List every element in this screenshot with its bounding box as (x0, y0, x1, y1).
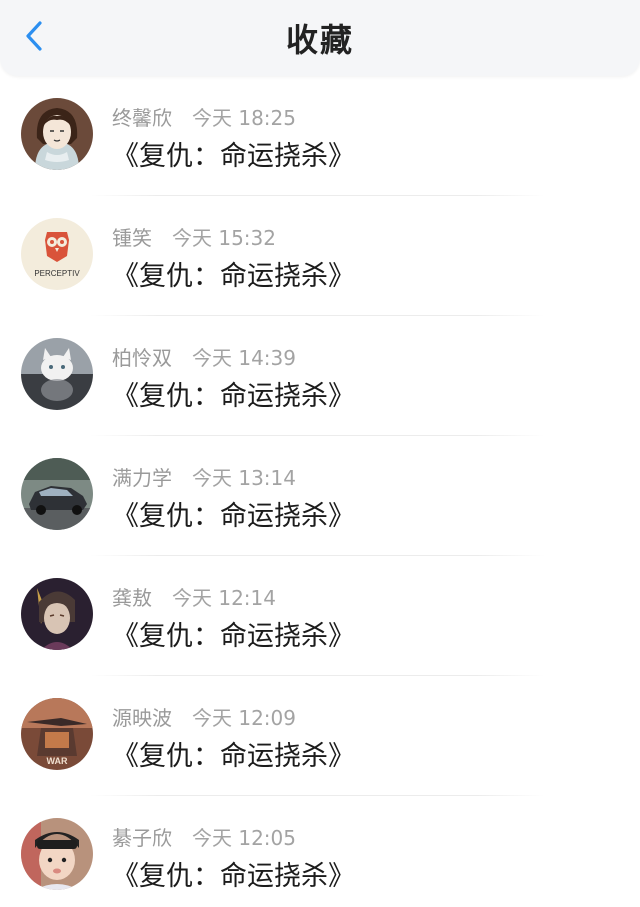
car-photo-avatar-icon (21, 458, 93, 530)
page-title: 收藏 (285, 21, 354, 59)
favorites-page: 收藏 终馨欣 今天 18:25 《复仇：命运挠杀》 PERCEPTIV 锺笑 今… (0, 0, 640, 907)
favorites-list: 终馨欣 今天 18:25 《复仇：命运挠杀》 PERCEPTIV 锺笑 今天 1… (0, 76, 640, 907)
owl-logo-avatar-icon: PERCEPTIV (21, 218, 93, 290)
item-meta: 满力学 今天 13:14 (112, 462, 296, 491)
favorite-item[interactable]: 终馨欣 今天 18:25 《复仇：命运挠杀》 (0, 76, 640, 196)
favorite-title: 《复仇：命运挠杀》 (112, 501, 355, 532)
favorite-item[interactable]: PERCEPTIV 锺笑 今天 15:32 《复仇：命运挠杀》 (0, 196, 640, 316)
favorite-item[interactable]: 綦子欣 今天 12:05 《复仇：命运挠杀》 (0, 796, 640, 907)
favorite-item[interactable]: 柏怜双 今天 14:39 《复仇：命运挠杀》 (0, 316, 640, 436)
favorite-title: 《复仇：命运挠杀》 (112, 861, 355, 892)
favorite-title: 《复仇：命运挠杀》 (112, 621, 355, 652)
avatar[interactable] (21, 458, 93, 530)
white-cat-avatar-icon (21, 338, 93, 410)
child-photo-avatar-icon (21, 818, 93, 890)
avatar[interactable]: WAR (21, 698, 93, 770)
username: 龚敖 (112, 586, 152, 610)
username: 满力学 (112, 466, 172, 490)
favorite-title: 《复仇：命运挠杀》 (112, 261, 355, 292)
avatar[interactable] (21, 578, 93, 650)
username: 终馨欣 (112, 106, 172, 130)
avatar[interactable] (21, 338, 93, 410)
username: 源映波 (112, 706, 172, 730)
timestamp: 今天 12:05 (192, 826, 296, 850)
timestamp: 今天 15:32 (172, 226, 276, 250)
item-meta: 綦子欣 今天 12:05 (112, 822, 296, 851)
item-meta: 源映波 今天 12:09 (112, 702, 296, 731)
avatar-game-text: WAR (47, 756, 68, 766)
username: 锺笑 (112, 226, 152, 250)
anime-character-avatar-icon (21, 578, 93, 650)
item-meta: 柏怜双 今天 14:39 (112, 342, 296, 371)
favorite-item[interactable]: 龚敖 今天 12:14 《复仇：命运挠杀》 (0, 556, 640, 676)
favorite-title: 《复仇：命运挠杀》 (112, 141, 355, 172)
item-meta: 终馨欣 今天 18:25 (112, 102, 296, 131)
top-bar: 收藏 (0, 0, 640, 76)
timestamp: 今天 14:39 (192, 346, 296, 370)
avatar[interactable] (21, 98, 93, 170)
favorite-item[interactable]: 满力学 今天 13:14 《复仇：命运挠杀》 (0, 436, 640, 556)
favorite-title: 《复仇：命运挠杀》 (112, 381, 355, 412)
avatar[interactable]: PERCEPTIV (21, 218, 93, 290)
item-meta: 锺笑 今天 15:32 (112, 222, 276, 251)
timestamp: 今天 18:25 (192, 106, 296, 130)
item-meta: 龚敖 今天 12:14 (112, 582, 276, 611)
illustrated-woman-avatar-icon (21, 98, 93, 170)
war-game-avatar-icon: WAR (21, 698, 93, 770)
avatar-brand-text: PERCEPTIV (34, 269, 80, 278)
timestamp: 今天 12:14 (172, 586, 276, 610)
avatar[interactable] (21, 818, 93, 890)
timestamp: 今天 12:09 (192, 706, 296, 730)
username: 柏怜双 (112, 346, 172, 370)
username: 綦子欣 (112, 826, 172, 850)
timestamp: 今天 13:14 (192, 466, 296, 490)
favorite-item[interactable]: WAR 源映波 今天 12:09 《复仇：命运挠杀》 (0, 676, 640, 796)
favorite-title: 《复仇：命运挠杀》 (112, 741, 355, 772)
